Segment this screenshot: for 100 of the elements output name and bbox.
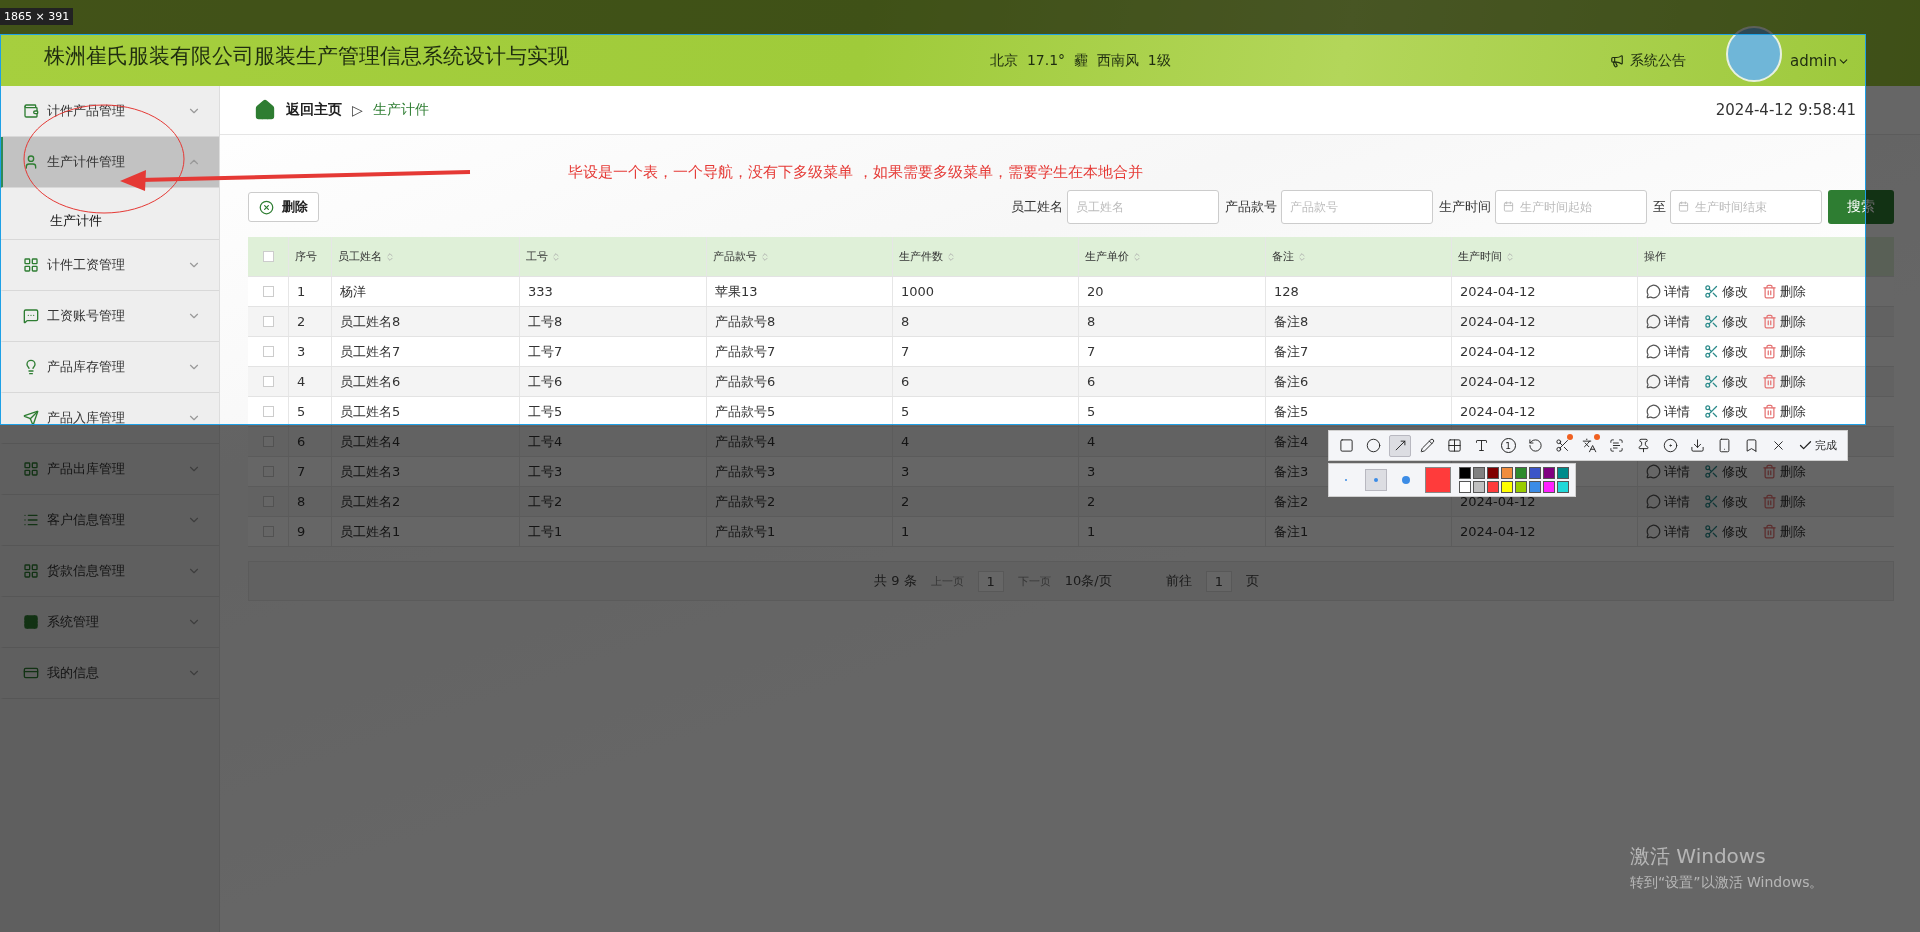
column-header[interactable]: 生产单价	[1078, 237, 1265, 276]
menu-icon	[23, 359, 39, 375]
table-cell: 5	[288, 397, 331, 426]
table-cell: 产品款号6	[706, 367, 892, 396]
filter-label: 产品款号	[1225, 198, 1277, 216]
color-swatch[interactable]	[1557, 481, 1569, 493]
table-cell: 员工姓名7	[331, 337, 519, 366]
action-link[interactable]: 修改	[1704, 312, 1748, 331]
table-cell: 1000	[892, 277, 1078, 306]
avatar[interactable]	[1726, 26, 1782, 82]
row-checkbox[interactable]	[262, 286, 274, 297]
color-swatch[interactable]	[1515, 467, 1527, 479]
datetime-text: 2024-4-12 9:58:41	[1715, 101, 1856, 119]
table-cell: 工号4	[519, 427, 706, 456]
user-menu[interactable]: admin	[1790, 52, 1850, 70]
table-cell: 2024-04-12	[1451, 397, 1637, 426]
delete-button[interactable]: 删除	[248, 192, 319, 222]
sidebar-item[interactable]: 生产计件管理	[0, 137, 219, 188]
action-link[interactable]: 详情	[1646, 282, 1690, 301]
pin-icon	[1635, 438, 1651, 453]
color-swatch[interactable]	[1501, 467, 1513, 479]
action-link[interactable]: 删除	[1762, 282, 1806, 301]
table-cell: 产品款号3	[706, 457, 892, 486]
notice-link[interactable]: 系统公告	[1610, 52, 1686, 70]
table-cell: 备注8	[1265, 307, 1451, 336]
row-checkbox[interactable]	[262, 346, 274, 357]
done-button[interactable]: 完成	[1794, 438, 1841, 453]
pen-size-option[interactable]	[1365, 469, 1387, 491]
color-swatch[interactable]	[1529, 467, 1541, 479]
action-link[interactable]: 修改	[1704, 402, 1748, 421]
action-icon	[1646, 464, 1661, 479]
current-color-swatch[interactable]	[1425, 467, 1451, 493]
table-cell: 3	[892, 457, 1078, 486]
home-link[interactable]: 返回主页	[286, 101, 342, 119]
action-link[interactable]: 删除	[1762, 312, 1806, 331]
color-swatch[interactable]	[1473, 481, 1485, 493]
table-cell: 3	[288, 337, 331, 366]
color-swatch[interactable]	[1487, 481, 1499, 493]
action-link[interactable]: 删除	[1762, 372, 1806, 391]
table-cell: 产品款号7	[706, 337, 892, 366]
table-cell: 7	[892, 337, 1078, 366]
column-header[interactable]: 员工姓名	[331, 237, 519, 276]
column-header: 操作	[1637, 237, 1894, 276]
table-cell: 2024-04-12	[1451, 367, 1637, 396]
table-cell: 4	[288, 367, 331, 396]
column-header[interactable]: 产品款号	[706, 237, 892, 276]
breadcrumb-current: 生产计件	[372, 101, 430, 119]
action-icon	[1646, 374, 1661, 389]
color-swatch[interactable]	[1543, 467, 1555, 479]
action-link[interactable]: 删除	[1762, 342, 1806, 361]
sort-icon	[551, 251, 561, 262]
color-swatch[interactable]	[1487, 467, 1499, 479]
date-field[interactable]: 生产时间起始	[1495, 190, 1647, 224]
phone-icon	[1716, 438, 1732, 453]
date-field[interactable]: 生产时间结束	[1670, 190, 1822, 224]
selection-size-label: 1865 × 391	[0, 8, 74, 25]
color-swatch[interactable]	[1459, 481, 1471, 493]
row-checkbox[interactable]	[262, 316, 274, 327]
menu-icon	[23, 410, 39, 426]
table-cell: 苹果13	[706, 277, 892, 306]
table-cell: 工号5	[519, 397, 706, 426]
table-cell: 备注5	[1265, 397, 1451, 426]
color-swatch[interactable]	[1543, 481, 1555, 493]
sort-icon	[946, 251, 956, 262]
column-header[interactable]: 生产时间	[1451, 237, 1637, 276]
column-header[interactable]: 备注	[1265, 237, 1451, 276]
action-link[interactable]: 详情	[1646, 372, 1690, 391]
mosaic-icon	[1446, 438, 1462, 453]
action-link[interactable]: 详情	[1646, 312, 1690, 331]
row-checkbox[interactable]	[262, 376, 274, 387]
action-link[interactable]: 修改	[1704, 282, 1748, 301]
column-header[interactable]: 工号	[519, 237, 706, 276]
color-swatch[interactable]	[1515, 481, 1527, 493]
capture-tool[interactable]: 1	[1497, 434, 1519, 457]
action-link[interactable]: 删除	[1762, 402, 1806, 421]
sort-icon	[1132, 251, 1142, 262]
action-link[interactable]: 修改	[1704, 342, 1748, 361]
action-link[interactable]: 详情	[1646, 402, 1690, 421]
activation-title: 激活 Windows	[1630, 843, 1767, 870]
color-swatch[interactable]	[1473, 467, 1485, 479]
action-link[interactable]: 修改	[1704, 372, 1748, 391]
color-swatch[interactable]	[1529, 481, 1541, 493]
table-cell: 员工姓名1	[331, 517, 519, 546]
column-header[interactable]: 生产件数	[892, 237, 1078, 276]
color-swatch[interactable]	[1557, 467, 1569, 479]
delete-icon	[259, 199, 274, 215]
submenu-item[interactable]: 生产计件	[50, 212, 102, 230]
system-title: 株洲崔氏服装有限公司服装生产管理信息系统设计与实现	[44, 43, 570, 70]
color-swatch[interactable]	[1459, 467, 1471, 479]
action-link[interactable]: 详情	[1646, 342, 1690, 361]
table-cell: 产品款号4	[706, 427, 892, 456]
table-cell: 2	[288, 307, 331, 336]
table-cell: 2	[1078, 487, 1265, 516]
undo-icon	[1527, 438, 1543, 453]
menu-icon	[23, 461, 39, 477]
row-checkbox[interactable]	[262, 406, 274, 417]
input-field[interactable]: 员工姓名	[1067, 190, 1219, 224]
color-swatch[interactable]	[1501, 481, 1513, 493]
select-all-checkbox[interactable]	[262, 251, 274, 262]
input-field[interactable]: 产品款号	[1281, 190, 1433, 224]
